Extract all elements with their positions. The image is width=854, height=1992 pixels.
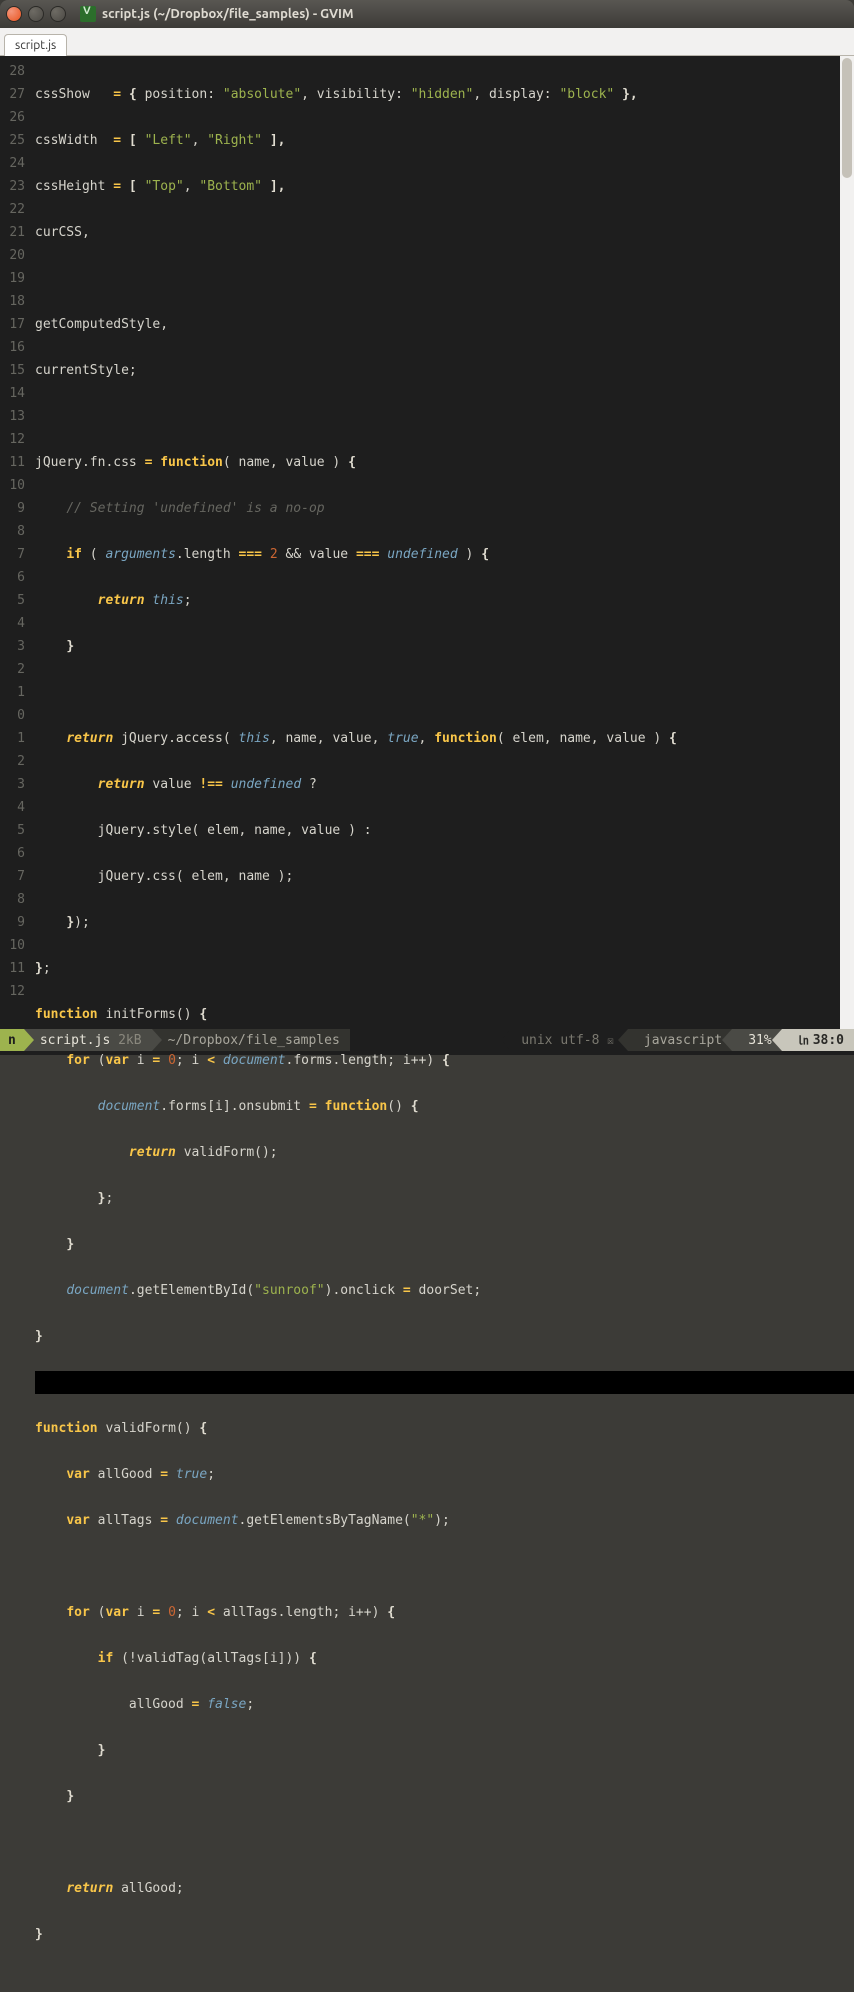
maximize-icon[interactable] [50,6,66,22]
window-title: script.js (~/Dropbox/file_samples) - GVI… [102,7,354,21]
readonly-icon: ☒ [607,1034,614,1047]
close-icon[interactable] [6,6,22,22]
window-titlebar: script.js (~/Dropbox/file_samples) - GVI… [0,0,854,28]
line-number-gutter: 2827262524232221201918171615141312111098… [0,56,31,1029]
minimize-icon[interactable] [28,6,44,22]
line-number-icon: ㏑ [798,1032,809,1048]
mode-indicator: n [0,1029,24,1051]
editor[interactable]: 2827262524232221201918171615141312111098… [0,56,854,1029]
status-filetype: javascript [628,1029,732,1051]
code-area[interactable]: cssShow = { position: "absolute", visibi… [31,56,854,1029]
status-position: ㏑38:0 [782,1029,854,1051]
app-icon [80,6,96,22]
scrollbar-thumb[interactable] [842,58,852,178]
tab-bar: script.js [0,28,854,56]
status-filename: script.js 2kB [24,1029,152,1051]
tab-script-js[interactable]: script.js [4,34,67,56]
scrollbar-vertical[interactable] [840,56,854,1029]
cursor-line [35,1371,854,1394]
status-encoding: unix utf-8 ☒ [511,1029,628,1051]
status-bar: n script.js 2kB ~/Dropbox/file_samples u… [0,1029,854,1051]
status-path: ~/Dropbox/file_samples [152,1029,350,1051]
